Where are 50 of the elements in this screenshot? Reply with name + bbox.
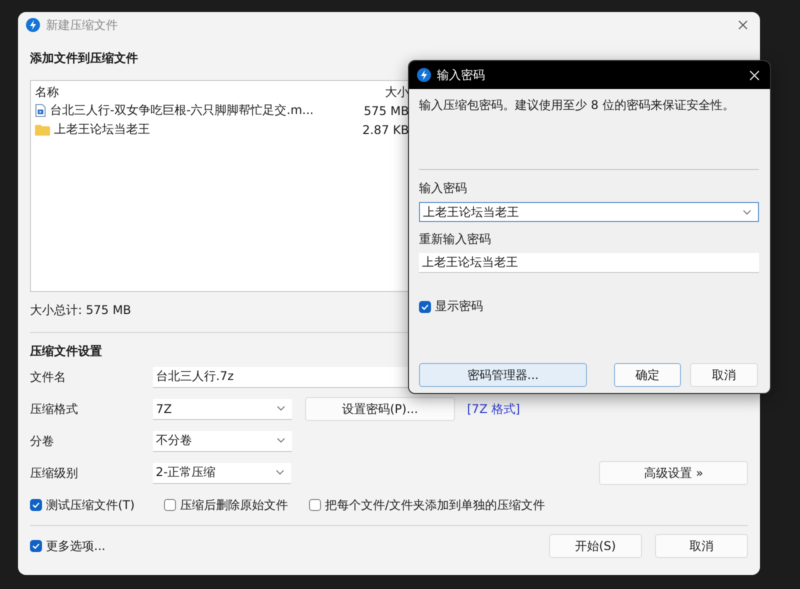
column-header[interactable]: 大小	[335, 84, 409, 100]
format-link[interactable]: [7Z 格式]	[467, 400, 520, 418]
section-heading: 添加文件到压缩文件	[30, 50, 138, 67]
cancel-button[interactable]: 取消	[655, 534, 748, 558]
chevron-icon	[743, 210, 751, 214]
app-icon	[417, 68, 431, 82]
chevron-icon	[277, 438, 285, 443]
field-label: 重新输入密码	[419, 231, 492, 248]
section-heading: 压缩文件设置	[30, 343, 102, 360]
app-icon	[26, 18, 40, 32]
checkbox-label: 把每个文件/文件夹添加到单独的压缩文件	[325, 496, 546, 514]
checkbox-label: 更多选项...	[46, 538, 106, 554]
checkbox[interactable]	[164, 499, 176, 511]
checkbox[interactable]	[309, 499, 321, 511]
field-label: 压缩格式	[30, 400, 79, 418]
dialog-title: 输入密码	[437, 66, 485, 84]
checkbox[interactable]	[30, 540, 42, 552]
chevron-icon	[276, 470, 284, 475]
password-manager-button[interactable]: 密码管理器...	[419, 363, 587, 387]
ok-button[interactable]: 确定	[614, 363, 681, 387]
checkbox[interactable]	[419, 300, 431, 312]
field-label: 文件名	[30, 368, 67, 386]
folder-icon	[35, 124, 50, 136]
total-size: 大小总计: 575 MB	[30, 302, 132, 319]
advanced-settings-button[interactable]: 高级设置 »	[599, 461, 748, 485]
field-label: 输入密码	[419, 180, 468, 197]
file-size: 575 MB	[362, 104, 409, 118]
file-name[interactable]: 台北三人行-双女争吃巨根-六只脚脚帮忙足交.m...	[50, 102, 314, 119]
checkbox-label: 显示密码	[435, 298, 483, 315]
password-field[interactable]: 上老王论坛当老王	[419, 202, 759, 222]
description-text: 输入压缩包密码。建议使用至少 8 位的密码来保证安全性。	[419, 97, 736, 114]
chevron-icon	[277, 406, 285, 411]
set-password-button[interactable]: 设置密码(P)...	[305, 397, 455, 421]
file-name[interactable]: 上老王论坛当老王	[54, 121, 150, 138]
window-title: 新建压缩文件	[46, 16, 118, 34]
video-file-icon	[35, 104, 46, 117]
split-dropdown[interactable]: 不分卷	[153, 430, 292, 452]
level-dropdown[interactable]: 2-正常压缩	[152, 462, 292, 484]
field-label: 分卷	[30, 432, 55, 450]
cancel-button[interactable]: 取消	[690, 363, 758, 387]
format-dropdown[interactable]: 7Z	[153, 398, 292, 420]
close-icon[interactable]	[738, 20, 748, 30]
column-header[interactable]: 名称	[35, 84, 335, 100]
file-size: 2.87 KB	[361, 122, 409, 136]
checkbox[interactable]	[30, 499, 42, 511]
repeat-password-field[interactable]: 上老王论坛当老王	[419, 253, 759, 273]
checkbox-label: 压缩后删除原始文件	[180, 496, 288, 514]
field-label: 压缩级别	[30, 464, 79, 482]
start-button[interactable]: 开始(S)	[549, 534, 642, 558]
checkbox-label: 测试压缩文件(T)	[46, 496, 135, 514]
